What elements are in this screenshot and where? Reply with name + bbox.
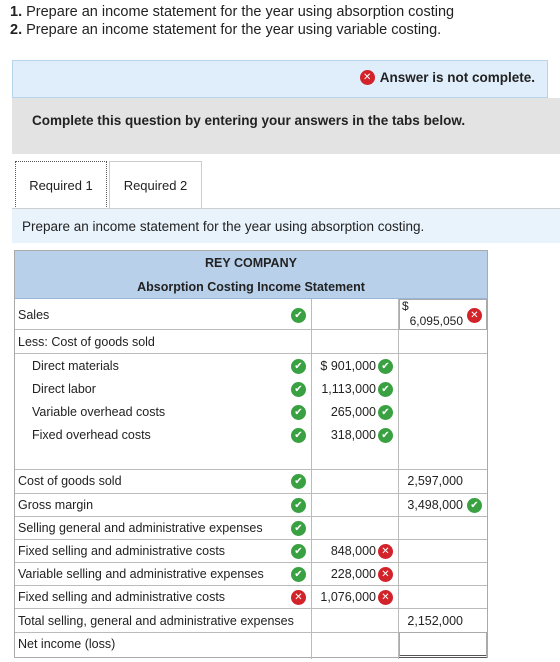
row-divider: [15, 516, 487, 517]
total-sga-value[interactable]: 2,152,000: [401, 614, 463, 628]
sales-currency: $: [402, 299, 409, 313]
cogs-value[interactable]: 2,597,000: [401, 474, 463, 488]
variable-sga-value[interactable]: 228,000: [312, 567, 376, 581]
check-icon: ✔: [378, 405, 393, 420]
check-icon: ✔: [291, 382, 306, 397]
check-icon: ✔: [291, 359, 306, 374]
check-icon: ✔: [291, 405, 306, 420]
question-prompt-text: Prepare an income statement for the year…: [22, 219, 425, 234]
check-icon: ✔: [378, 382, 393, 397]
gross-margin-value[interactable]: 3,498,000: [401, 498, 463, 512]
complete-question-text: Complete this question by entering your …: [32, 113, 466, 128]
question-prompt: Prepare an income statement for the year…: [12, 209, 560, 243]
row-divider: [15, 562, 487, 563]
cogs-label: Cost of goods sold: [18, 474, 122, 488]
statement-title: Absorption Costing Income Statement: [137, 280, 365, 294]
variable-overhead-value[interactable]: 265,000: [312, 405, 376, 419]
answer-status-banner: ✕ Answer is not complete.: [12, 60, 548, 98]
x-circle-icon: ✕: [291, 590, 306, 605]
fixed-sga-label: Fixed selling and administrative costs: [18, 544, 226, 558]
less-cogs-label: Less: Cost of goods sold: [18, 335, 155, 349]
check-icon: ✔: [467, 498, 482, 513]
x-circle-icon: ✕: [378, 567, 393, 582]
sales-value: 6,095,050: [409, 314, 463, 328]
check-icon: ✔: [291, 474, 306, 489]
variable-sga-label: Variable selling and administrative expe…: [18, 567, 264, 581]
x-circle-icon: ✕: [359, 70, 375, 85]
sga-header-label: Selling general and administrative expen…: [18, 521, 263, 535]
company-name: REY COMPANY: [205, 256, 297, 270]
check-icon: ✔: [291, 521, 306, 536]
instruction-1: 1. Prepare an income statement for the y…: [10, 4, 455, 20]
instructions-box: Complete this question by entering your …: [12, 98, 560, 154]
fixed-overhead-label: Fixed overhead costs: [32, 428, 151, 442]
check-icon: ✔: [291, 567, 306, 582]
gross-margin-label: Gross margin: [18, 498, 94, 512]
fixed-sga-label-2: Fixed selling and administrative costs: [18, 590, 226, 604]
income-statement-table: REY COMPANY Absorption Costing Income St…: [14, 250, 488, 659]
check-icon: ✔: [378, 428, 393, 443]
fixed-sga-value[interactable]: 848,000: [312, 544, 376, 558]
check-icon: ✔: [378, 359, 393, 374]
row-divider: [15, 353, 487, 354]
check-icon: ✔: [291, 428, 306, 443]
x-circle-icon: ✕: [378, 544, 393, 559]
row-divider: [15, 493, 487, 494]
net-income-input[interactable]: [399, 632, 487, 658]
statement-header: REY COMPANY Absorption Costing Income St…: [15, 251, 487, 299]
direct-labor-label: Direct labor: [32, 382, 96, 396]
direct-labor-value[interactable]: 1,113,000: [312, 382, 376, 396]
tab-required-1[interactable]: Required 1: [15, 161, 107, 209]
total-sga-label: Total selling, general and administrativ…: [18, 614, 294, 628]
fixed-sga-value-2[interactable]: 1,076,000: [312, 590, 376, 604]
tab-required-2[interactable]: Required 2: [109, 161, 202, 209]
row-divider: [15, 539, 487, 540]
x-circle-icon: ✕: [467, 308, 482, 323]
direct-materials-value[interactable]: $ 901,000: [312, 359, 376, 373]
check-icon: ✔: [291, 544, 306, 559]
net-income-label: Net income (loss): [18, 637, 116, 651]
check-icon: ✔: [291, 498, 306, 513]
row-divider: [15, 469, 487, 470]
instruction-2: 2. Prepare an income statement for the y…: [10, 22, 442, 38]
direct-materials-label: Direct materials: [32, 359, 119, 373]
row-divider: [15, 585, 487, 586]
variable-overhead-label: Variable overhead costs: [32, 405, 166, 419]
check-icon: ✔: [291, 308, 306, 323]
answer-status-text: Answer is not complete.: [379, 70, 535, 85]
row-divider: [15, 608, 487, 609]
x-circle-icon: ✕: [378, 590, 393, 605]
fixed-overhead-value[interactable]: 318,000: [312, 428, 376, 442]
sales-label: Sales: [18, 308, 50, 322]
